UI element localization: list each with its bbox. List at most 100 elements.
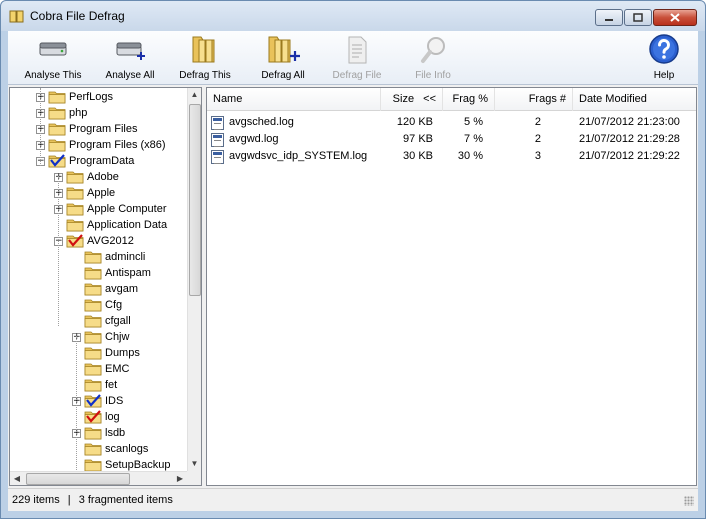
- folder-icon: [84, 394, 102, 408]
- tree-item[interactable]: − ProgramData: [36, 153, 134, 169]
- scroll-corner: [187, 471, 201, 485]
- analyse-this-button[interactable]: Analyse This: [22, 35, 84, 83]
- defrag-file-button[interactable]: Defrag File: [328, 35, 386, 83]
- scroll-up-icon[interactable]: ▲: [188, 88, 201, 102]
- column-frag[interactable]: Frag %: [443, 88, 495, 111]
- app-window: Cobra File Defrag Analyse This Analyse A…: [0, 0, 706, 519]
- column-size-label: Size: [392, 93, 415, 105]
- scroll-right-icon[interactable]: ▶: [173, 472, 187, 485]
- folder-icon: [84, 379, 102, 392]
- file-row[interactable]: avgsched.log 120 KB 5 % 2 21/07/2012 21:23:0…: [207, 114, 696, 131]
- tree-item[interactable]: Antispam: [72, 265, 151, 281]
- column-size[interactable]: Size <<: [381, 88, 443, 111]
- tree-item[interactable]: + Chjw: [72, 329, 129, 345]
- defrag-file-label: Defrag File: [332, 70, 382, 81]
- tree-item[interactable]: + Adobe: [54, 169, 119, 185]
- tree-item[interactable]: cfgall: [72, 313, 131, 329]
- folder-icon: [66, 171, 84, 184]
- app-icon: [9, 10, 24, 23]
- status-separator: |: [67, 494, 71, 506]
- tree-item-label: scanlogs: [105, 443, 149, 455]
- file-list[interactable]: Name Size << Frag % Frags # Date Modifie…: [206, 87, 697, 486]
- tree-item[interactable]: − AVG2012: [54, 233, 134, 249]
- tree-item[interactable]: + php: [36, 105, 87, 121]
- tree-item[interactable]: Application Data: [54, 217, 167, 233]
- tree-item-label: SetupBackup: [105, 459, 171, 471]
- column-name[interactable]: Name: [207, 88, 381, 111]
- defrag-all-button[interactable]: Defrag All: [254, 35, 312, 83]
- tree-item[interactable]: + Program Files (x86): [36, 137, 166, 153]
- tree-item[interactable]: + Program Files: [36, 121, 137, 137]
- maximize-icon: [633, 13, 643, 22]
- scroll-left-icon[interactable]: ◀: [10, 472, 24, 485]
- column-frags[interactable]: Frags #: [495, 88, 573, 111]
- cell-size: 97 KB: [403, 133, 433, 145]
- scroll-thumb[interactable]: [189, 104, 201, 296]
- tree-item[interactable]: avgam: [72, 281, 138, 297]
- folder-icon: [84, 315, 102, 328]
- tree-item[interactable]: scanlogs: [72, 441, 148, 457]
- maximize-button[interactable]: [624, 9, 652, 26]
- tree-item[interactable]: Dumps: [72, 345, 140, 361]
- folder-icon: [84, 283, 102, 296]
- scroll-down-icon[interactable]: ▼: [188, 457, 201, 471]
- drive-add-icon: [116, 42, 145, 60]
- folder-tree[interactable]: + PerfLogs + php + Program Files + Program File…: [9, 87, 202, 486]
- magnifier-icon: [421, 37, 445, 63]
- cell-frags: 2: [534, 116, 541, 128]
- hscroll-thumb[interactable]: [26, 473, 130, 485]
- tree-item[interactable]: log: [72, 409, 120, 425]
- tree-item[interactable]: + lsdb: [72, 425, 125, 441]
- client-area: Analyse This Analyse All Defrag This Def…: [8, 31, 698, 511]
- cell-frag: 7 %: [464, 133, 483, 145]
- close-icon: [670, 13, 680, 22]
- folder-icon: [66, 203, 84, 216]
- tree-item[interactable]: + Apple: [54, 185, 115, 201]
- file-row[interactable]: avgwdsvc_idp_SYSTEM.log 30 KB 30 % 3 21/07/2…: [207, 148, 696, 165]
- folder-icon: [66, 219, 84, 232]
- minimize-icon: [605, 18, 613, 21]
- cell-name: avgsched.log: [229, 116, 294, 128]
- folder-icon: [84, 427, 102, 440]
- folder-icon: [48, 123, 66, 136]
- close-button[interactable]: [653, 9, 697, 26]
- help-button[interactable]: Help: [642, 34, 686, 83]
- tree-item[interactable]: + IDS: [72, 393, 123, 409]
- minimize-button[interactable]: [595, 9, 623, 26]
- defrag-this-button[interactable]: Defrag This: [176, 35, 234, 83]
- folder-icon: [48, 154, 66, 168]
- tree-item-label: IDS: [105, 395, 124, 407]
- tree-horizontal-scrollbar[interactable]: ◀ ▶: [10, 471, 187, 485]
- tree-item[interactable]: admincli: [72, 249, 145, 265]
- sort-indicator: <<: [423, 93, 436, 105]
- folder-icon: [84, 459, 102, 471]
- file-row[interactable]: avgwd.log 97 KB 7 % 2 21/07/2012 21:29:28: [207, 131, 696, 148]
- tree-connector-line: [76, 336, 77, 471]
- column-modified[interactable]: Date Modified: [573, 88, 696, 111]
- file-info-button[interactable]: File Info: [404, 35, 462, 83]
- tree-item[interactable]: fet: [72, 377, 117, 393]
- cell-size: 30 KB: [403, 150, 433, 162]
- tree-item[interactable]: Cfg: [72, 297, 122, 313]
- folder-icon: [48, 91, 66, 104]
- tree-item[interactable]: + PerfLogs: [36, 89, 113, 105]
- tree-item-label: lsdb: [105, 427, 126, 439]
- tree-item[interactable]: EMC: [72, 361, 129, 377]
- title-bar[interactable]: Cobra File Defrag: [1, 1, 705, 31]
- resize-grip[interactable]: [684, 496, 694, 506]
- window-title: Cobra File Defrag: [30, 9, 125, 23]
- help-label: Help: [653, 70, 675, 81]
- tree-item-label: Antispam: [105, 267, 151, 279]
- analyse-this-label: Analyse This: [24, 70, 82, 81]
- analyse-all-button[interactable]: Analyse All: [100, 35, 160, 83]
- tree-item-label: Chjw: [105, 331, 130, 343]
- tree-item-label: Cfg: [105, 299, 123, 311]
- tree-item[interactable]: SetupBackup: [72, 457, 170, 471]
- drive-icon: [39, 42, 67, 56]
- tree-vertical-scrollbar[interactable]: ▲ ▼: [187, 88, 201, 471]
- file-info-label: File Info: [415, 70, 451, 81]
- tree-item[interactable]: + Apple Computer: [54, 201, 167, 217]
- folder-icon: [48, 107, 66, 120]
- folder-icon: [84, 331, 102, 344]
- folder-defrag-icon: [192, 36, 215, 63]
